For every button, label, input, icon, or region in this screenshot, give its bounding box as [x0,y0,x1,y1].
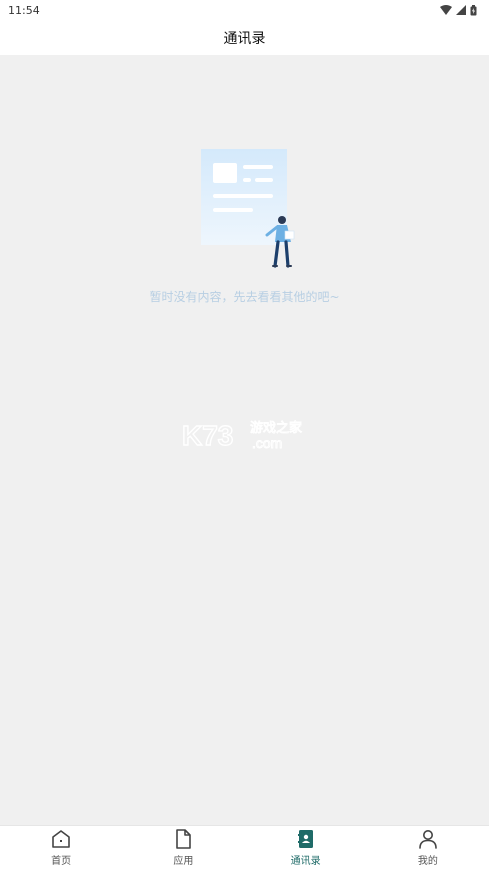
watermark-logo: K73 游戏之家 .com [181,419,302,451]
empty-state-illustration [201,149,295,268]
watermark-domain: .com [252,435,282,451]
header: 通讯录 [0,20,489,55]
tab-label: 我的 [417,856,438,867]
wifi-icon [440,5,452,15]
status-icons [440,4,477,16]
tab-contacts[interactable]: 通讯录 [245,826,367,869]
tab-apps[interactable]: 应用 [122,826,244,869]
main-content: 暂时没有内容，先去看看其他的吧~ K73 游戏之家 .com [0,55,489,825]
battery-icon [470,4,477,15]
tab-label: 首页 [51,856,72,867]
home-icon [52,830,70,848]
tab-me[interactable]: 我的 [367,826,489,869]
status-bar: 11:54 [0,0,489,20]
tab-label: 通讯录 [290,856,321,867]
document-icon [176,829,192,849]
watermark-text: 游戏之家 [250,420,302,436]
status-time: 11:54 [8,3,40,17]
bottom-tab-bar: 首页 应用 通讯录 我的 [0,825,489,869]
page-title: 通讯录 [223,30,266,47]
watermark-brand: K73 [182,420,233,451]
empty-state-message: 暂时没有内容，先去看看其他的吧~ [149,290,340,304]
tab-label: 应用 [173,856,194,867]
signal-icon [456,5,466,15]
tab-home[interactable]: 首页 [0,826,122,869]
user-icon [419,830,437,849]
contacts-icon [297,830,313,848]
